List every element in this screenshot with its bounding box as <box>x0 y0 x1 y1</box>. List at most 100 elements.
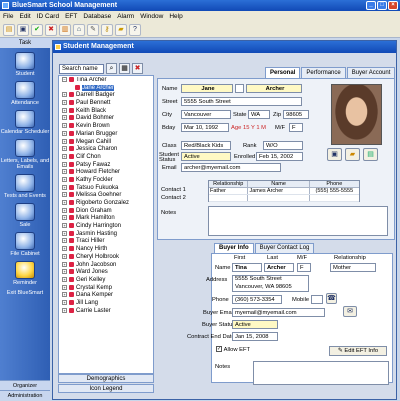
list-item[interactable]: + Keith Black <box>59 107 153 116</box>
buyer-last-field[interactable]: Archer <box>264 263 294 272</box>
check-icon[interactable]: ✔ <box>31 24 43 36</box>
tab-buyer-contact-log[interactable]: Buyer Contact Log <box>254 243 315 253</box>
home-icon[interactable]: ⌂ <box>73 24 85 36</box>
expand-icon[interactable]: + <box>62 284 67 290</box>
open-icon[interactable]: ▤ <box>3 24 15 36</box>
list-item[interactable]: + Jasmin Hasting <box>59 230 153 239</box>
first-name-field[interactable]: Jane <box>181 84 233 93</box>
id-card-icon[interactable]: ▤ <box>363 148 378 161</box>
list-item[interactable]: Jane Archer <box>59 84 153 93</box>
state-field[interactable]: WA <box>248 110 270 119</box>
contact1-relationship[interactable]: Father <box>209 188 249 194</box>
contact2-relationship[interactable] <box>209 195 249 201</box>
expand-icon[interactable]: + <box>62 246 67 252</box>
sidebar-item-file-cabinet[interactable]: File Cabinet <box>0 232 50 257</box>
zip-field[interactable]: 98605 <box>283 110 309 119</box>
save-icon[interactable]: ▣ <box>17 24 29 36</box>
buyer-email-field[interactable]: myemail@myemail.com <box>232 308 325 317</box>
list-item[interactable]: + Kevin Brown <box>59 123 153 131</box>
expand-icon[interactable]: + <box>62 223 67 229</box>
list-item[interactable]: + Cheryl Holbrook <box>59 253 153 262</box>
list-item[interactable]: + Jessica Charon <box>59 146 153 154</box>
expand-icon[interactable]: + <box>62 161 67 167</box>
bday-field[interactable]: Mar 10, 1992 <box>181 123 229 132</box>
email-field[interactable]: archer@myemail.com <box>181 163 281 172</box>
list-item[interactable]: + Ward Jones <box>59 269 153 277</box>
list-item[interactable]: + Patsy Fawaz <box>59 161 153 170</box>
buyer-address-field[interactable]: 5555 South Street Vancouver, WA 98605 <box>232 275 309 292</box>
list-item[interactable]: + Jill Lang <box>59 299 153 308</box>
clear-search-icon[interactable]: ✖ <box>132 63 143 74</box>
expand-icon[interactable]: + <box>62 169 67 175</box>
expand-icon[interactable]: + <box>62 92 67 98</box>
expand-icon[interactable]: + <box>62 292 67 298</box>
menu-edit[interactable]: Edit <box>19 11 30 22</box>
expand-icon[interactable]: + <box>62 100 67 106</box>
expand-icon[interactable]: + <box>62 269 67 275</box>
city-field[interactable]: Vancouver <box>181 110 231 119</box>
buyer-status-select[interactable]: Active <box>232 320 278 329</box>
sidebar-administration[interactable]: Administration <box>0 390 50 400</box>
phone-icon[interactable]: ☎ <box>326 293 337 304</box>
buyer-first-field[interactable]: Tina <box>232 263 262 272</box>
last-name-field[interactable]: Archer <box>246 84 302 93</box>
edit-eft-button[interactable]: ✎ Edit EFT Info <box>329 346 387 356</box>
expand-icon[interactable]: + <box>62 299 67 305</box>
list-item[interactable]: + Dana Kemper <box>59 292 153 300</box>
list-item[interactable]: + Marian Brugger <box>59 130 153 139</box>
list-item[interactable]: + David Bohmer <box>59 115 153 123</box>
camera-icon[interactable]: ▣ <box>327 148 342 161</box>
expand-icon[interactable]: + <box>62 107 67 113</box>
expand-icon[interactable]: + <box>62 130 67 136</box>
student-status-select[interactable]: Active <box>181 152 231 161</box>
minimize-button[interactable]: _ <box>366 1 376 10</box>
expand-icon[interactable]: + <box>62 184 67 190</box>
contact2-phone[interactable] <box>310 195 359 201</box>
folder-open-icon[interactable]: ▰ <box>345 148 360 161</box>
list-item[interactable]: + Tatsuo Fukuoka <box>59 184 153 193</box>
buyer-relationship-select[interactable]: Mother <box>330 263 376 272</box>
list-item[interactable]: + Mark Hamilton <box>59 215 153 223</box>
menu-id-card[interactable]: ID Card <box>37 11 59 22</box>
contact2-name[interactable] <box>248 195 310 201</box>
list-item[interactable]: + Rigoberto Gonzalez <box>59 200 153 208</box>
list-item[interactable]: + Carrie Laster <box>59 307 153 316</box>
list-item[interactable]: + Megan Cahill <box>59 138 153 147</box>
tab-buyer-account[interactable]: Buyer Account <box>346 67 396 78</box>
tab-personal[interactable]: Personal <box>265 67 301 78</box>
buyer-phone-field[interactable]: (360) 573-3354 <box>232 295 282 304</box>
notes-textarea[interactable] <box>208 206 388 236</box>
chart-icon[interactable]: ▥ <box>59 24 71 36</box>
list-item[interactable]: + Crystal Kemp <box>59 284 153 293</box>
sidebar-item-tests[interactable]: Tests and Events <box>0 174 50 199</box>
icon-legend-button[interactable]: Icon Legend <box>58 384 154 393</box>
sidebar-item-reminder[interactable]: Reminder <box>0 261 50 286</box>
maximize-button[interactable]: □ <box>377 1 387 10</box>
expand-icon[interactable]: + <box>62 238 67 244</box>
list-item[interactable]: + Melissa Goehner <box>59 192 153 200</box>
expand-icon[interactable]: + <box>62 261 67 267</box>
contact1-name[interactable]: James Archer <box>248 188 310 194</box>
sidebar-item-sale[interactable]: Sale <box>0 203 50 228</box>
expand-icon[interactable]: + <box>62 138 67 144</box>
tab-buyer-info[interactable]: Buyer Info <box>214 243 254 253</box>
list-item[interactable]: + Cindy Harrington <box>59 223 153 231</box>
sidebar-item-attendance[interactable]: Attendance <box>0 81 50 106</box>
sidebar-item-student[interactable]: Student <box>0 52 50 77</box>
list-item[interactable]: + Nancy Hirth <box>59 246 153 254</box>
list-item[interactable]: + Howard Fletcher <box>59 169 153 177</box>
sidebar-organizer[interactable]: Organizer <box>0 380 50 390</box>
list-item[interactable]: + Traci Hiller <box>59 238 153 246</box>
mf-field[interactable]: F <box>289 123 303 132</box>
list-item[interactable]: + Dion Graham <box>59 207 153 216</box>
expand-icon[interactable]: + <box>62 307 67 313</box>
menu-eft[interactable]: EFT <box>65 11 77 22</box>
tools-icon[interactable]: ✎ <box>87 24 99 36</box>
list-item[interactable]: + Paul Bennett <box>59 100 153 108</box>
close-button[interactable]: × <box>388 1 398 10</box>
buyer-mobile-field[interactable] <box>311 295 323 304</box>
menu-window[interactable]: Window <box>140 11 163 22</box>
contact-row[interactable]: Father James Archer (555) 555-5555 <box>209 188 359 195</box>
menu-database[interactable]: Database <box>83 11 111 22</box>
email-icon[interactable]: ✉ <box>343 306 357 317</box>
